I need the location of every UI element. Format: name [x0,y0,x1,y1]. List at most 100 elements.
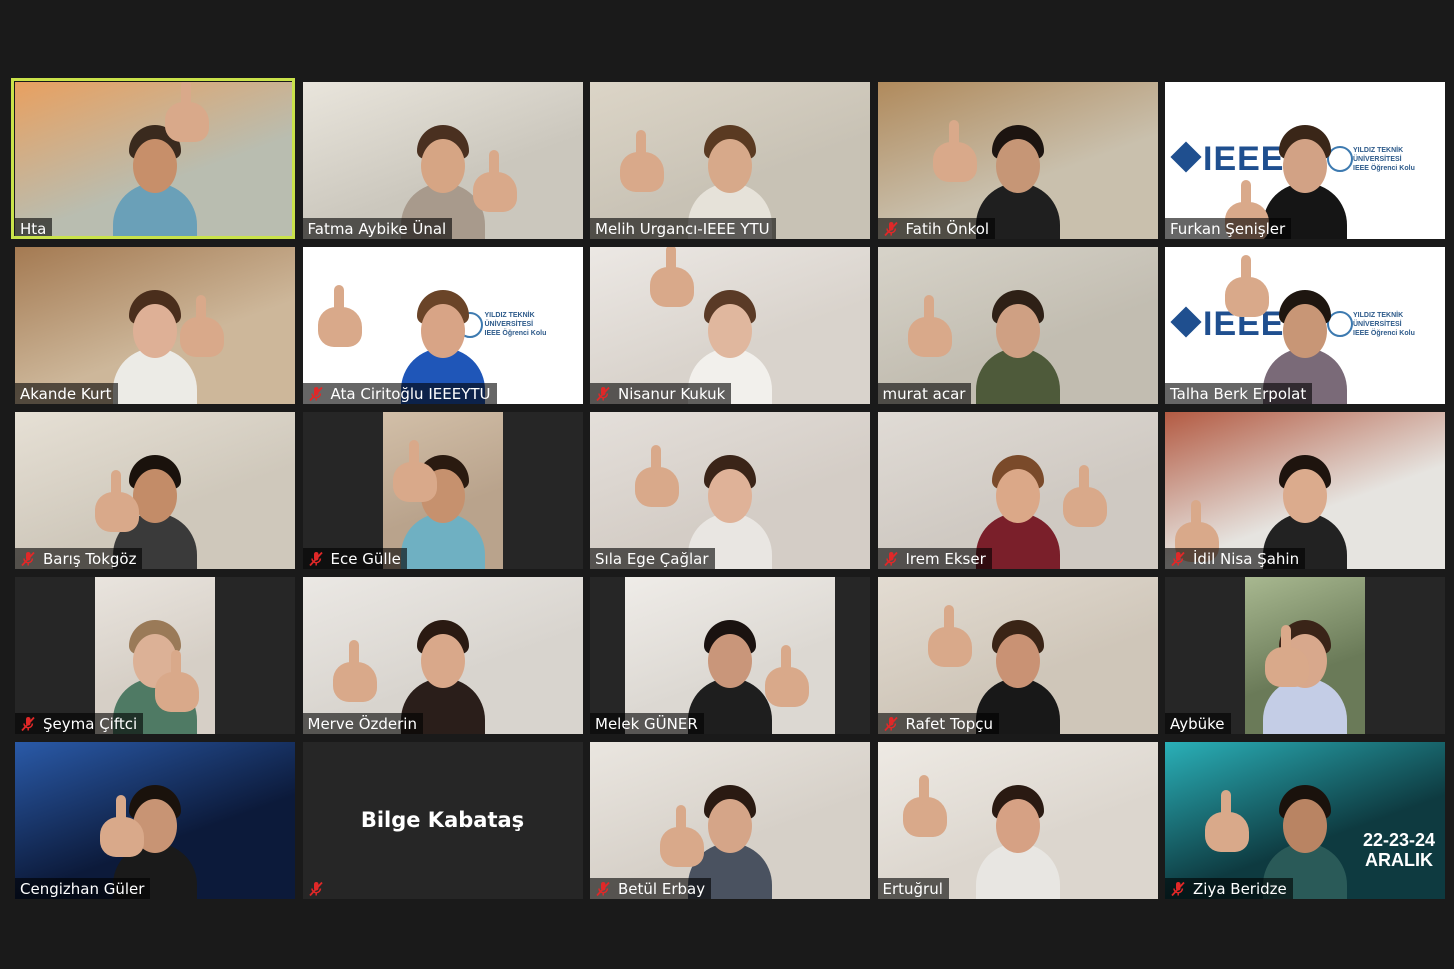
participant-nametag: Betül Erbay [590,878,712,899]
muted-mic-icon [1170,881,1186,897]
participant-nametag: Sıla Ege Çağlar [590,548,715,569]
participant-tile[interactable]: Betül Erbay [590,742,870,899]
participant-face [420,634,465,688]
participant-name: Ata Ciritoğlu IEEEYTU [330,384,491,403]
ieee-logo-text: IEEE [1203,140,1285,178]
participant-name: Rafet Topçu [905,714,994,733]
participant-face [1283,799,1327,853]
participant-nametag: Ece Gülle [302,548,407,569]
pointing-hand [155,650,199,712]
participant-nametag: İdil Nisa Şahin [1165,548,1306,569]
ytu-caption-line: ÜNİVERSİTESİ [1353,321,1402,328]
participant-tile[interactable]: Sıla Ege Çağlar [590,412,870,569]
participant-tile[interactable]: Şeyma Çiftci [15,577,295,734]
ytu-caption-line: IEEE Öğrenci Kolu [484,330,547,337]
participant-tile[interactable]: Hta [15,82,295,239]
participant-face [133,304,177,358]
participant-nametag: Irem Ekser [877,548,992,569]
participant-tile[interactable]: Melih Urgancı-IEEE YTU [590,82,870,239]
participant-nametag: Talha Berk Erpolat [1165,383,1313,404]
pointing-hand [907,295,952,357]
participant-nametag: Ata Ciritoğlu IEEEYTU [302,383,497,404]
participant-tile[interactable]: Akande Kurt [15,247,295,404]
participant-tile[interactable]: Rafet Topçu [877,577,1158,734]
participant-name: Melek GÜNER [595,714,698,733]
participant-nametag: murat acar [877,383,972,404]
participant-tile[interactable]: Merve Özderin [302,577,583,734]
participant-video [625,577,835,734]
participant-tile[interactable]: IEEE YILDIZ TEKNİK ÜNİVERSİTESİ IEEE Öğrenc… [1165,82,1445,239]
pointing-hand [165,82,209,142]
pointing-hand [932,120,977,182]
pointing-hand [472,150,517,212]
participant-tile[interactable]: Ece Gülle [302,412,583,569]
participant-nametag: Ertuğrul [877,878,949,899]
muted-mic-icon [308,386,324,402]
participant-name: Şeyma Çiftci [43,714,138,733]
participant-face [708,139,752,193]
event-date-line: ARALIK [1364,850,1433,870]
participant-name: Akande Kurt [20,384,112,403]
pointing-hand [180,295,224,357]
participant-tile[interactable]: Aybüke [1165,577,1445,734]
participant-tile[interactable]: Bilge Kabataş [302,742,583,899]
participant-tile[interactable]: Fatma Aybike Ünal [302,82,583,239]
participant-tile[interactable]: murat acar [877,247,1158,404]
pointing-hand [765,645,809,707]
muted-mic-icon [883,551,899,567]
participant-tile[interactable]: Nisanur Kukuk [590,247,870,404]
ytu-caption-line: YILDIZ TEKNİK [1353,312,1404,319]
participant-video [877,247,1158,404]
participant-name: Barış Tokgöz [43,549,137,568]
participant-name: Ece Gülle [330,549,401,568]
participant-face [1283,304,1327,358]
participant-tile[interactable]: IEEE YILDIZ TEKNİK ÜNİVERSİTESİ IEEE Öğrenc… [1165,247,1445,404]
participant-name: Betül Erbay [618,879,706,898]
participant-video [590,412,870,569]
participant-tile[interactable]: Barış Tokgöz [15,412,295,569]
participant-nametag: Nisanur Kukuk [590,383,732,404]
ytu-caption: YILDIZ TEKNİK ÜNİVERSİTESİ IEEE Öğrenci Ko… [1353,311,1415,338]
participant-video [590,247,870,404]
participant-video: 22-23-24 ARALIK [1165,742,1445,899]
pointing-hand [95,470,139,532]
pointing-hand [392,440,437,502]
muted-mic-icon [883,716,899,732]
muted-mic-icon [20,716,36,732]
participant-video [1245,577,1365,734]
participant-tile[interactable]: 22-23-24 ARALIK Ziya Beridze [1165,742,1445,899]
pointing-hand [1205,790,1249,852]
participant-nametag: Akande Kurt [15,383,118,404]
participant-face [1283,469,1327,523]
participant-tile[interactable]: YILDIZ TEKNİK ÜNİVERSİTESİ IEEE Öğrenci Ko… [302,247,583,404]
participant-name: Ziya Beridze [1193,879,1287,898]
participant-video [590,82,870,239]
pointing-hand [902,775,947,837]
pointing-hand [635,445,679,507]
participant-face [1283,139,1327,193]
participant-video [15,247,295,404]
participant-tile[interactable]: Ertuğrul [877,742,1158,899]
participant-tile[interactable]: Melek GÜNER [590,577,870,734]
gallery-view: Hta Fatma Aybike Ünal Melih Urgancı-IEEE Y… [15,82,1445,899]
ytu-caption-line: YILDIZ TEKNİK [1353,147,1404,154]
participant-video [877,412,1158,569]
participant-tile[interactable]: İdil Nisa Şahin [1165,412,1445,569]
ieee-logo-icon [1170,141,1202,173]
muted-mic-icon [308,881,324,897]
participant-name: Melih Urgancı-IEEE YTU [595,219,770,238]
participant-video [590,742,870,899]
pointing-hand [100,795,144,857]
participant-nametag: Aybüke [1165,713,1231,734]
participant-face [133,139,177,193]
participant-tile[interactable]: Fatih Önkol [877,82,1158,239]
participant-face [995,799,1040,853]
muted-mic-icon [1170,551,1186,567]
participant-tile[interactable]: Cengizhan Güler [15,742,295,899]
participant-tile[interactable]: Irem Ekser [877,412,1158,569]
ytu-caption: YILDIZ TEKNİK ÜNİVERSİTESİ IEEE Öğrenci Ko… [1353,146,1415,173]
participant-video: IEEE YILDIZ TEKNİK ÜNİVERSİTESİ IEEE Öğrenc… [1165,82,1445,239]
ytu-caption: YILDIZ TEKNİK ÜNİVERSİTESİ IEEE Öğrenci Ko… [485,311,547,338]
participant-face [420,304,465,358]
participant-name: Aybüke [1170,714,1225,733]
